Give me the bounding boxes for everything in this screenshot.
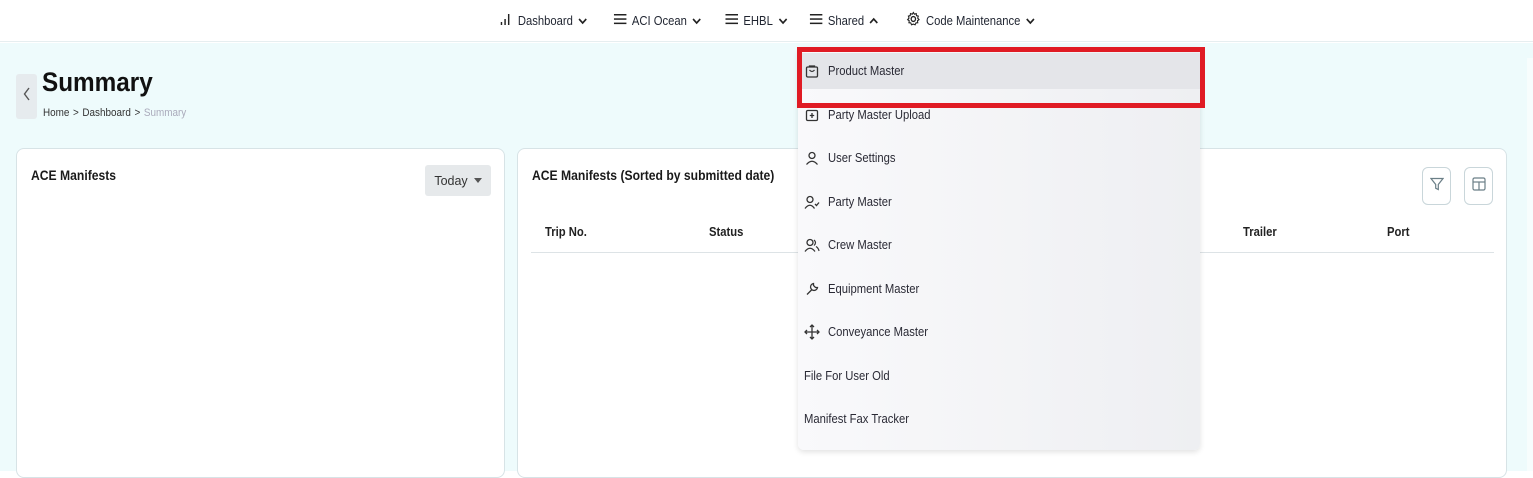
breadcrumb-separator: > bbox=[73, 107, 79, 119]
menu-item-party-master-upload[interactable]: Party Master Upload bbox=[798, 97, 1200, 133]
menu-item-label: Product Master bbox=[828, 64, 905, 78]
nav-dashboard-label: Dashboard bbox=[518, 13, 574, 28]
upload-box-icon bbox=[804, 107, 820, 123]
menu-icon bbox=[810, 13, 823, 28]
shared-dropdown-menu: Product Master Party Master Upload User … bbox=[798, 48, 1200, 450]
chevron-down-icon bbox=[778, 14, 787, 28]
date-filter-label: Today bbox=[434, 173, 468, 188]
nav-code-maintenance-label: Code Maintenance bbox=[925, 13, 1021, 28]
layout-button[interactable] bbox=[1464, 167, 1493, 205]
chevron-down-icon bbox=[579, 14, 588, 28]
scrollbar[interactable] bbox=[1527, 58, 1533, 471]
menu-item-file-for-user-old[interactable]: File For User Old bbox=[798, 358, 1200, 394]
menu-item-product-master[interactable]: Product Master bbox=[798, 53, 1200, 89]
menu-item-crew-master[interactable]: Crew Master bbox=[798, 227, 1200, 263]
user-icon bbox=[804, 150, 820, 166]
nav-aci-ocean-label: ACI Ocean bbox=[631, 13, 687, 28]
menu-item-label: File For User Old bbox=[804, 369, 890, 383]
nav-dashboard[interactable]: Dashboard bbox=[493, 0, 595, 42]
caret-down-icon bbox=[473, 178, 482, 183]
nav-shared-label: Shared bbox=[828, 13, 865, 28]
column-header-trailer[interactable]: Trailer bbox=[1243, 225, 1277, 239]
menu-item-label: User Settings bbox=[828, 151, 896, 165]
menu-icon bbox=[725, 13, 738, 28]
chevron-down-icon bbox=[1025, 14, 1035, 28]
menu-item-label: Manifest Fax Tracker bbox=[804, 412, 910, 426]
breadcrumb-separator: > bbox=[134, 107, 141, 119]
breadcrumb-current: Summary bbox=[143, 107, 187, 119]
ace-manifests-card: ACE Manifests Today bbox=[16, 148, 505, 478]
card-title: ACE Manifests bbox=[31, 168, 117, 183]
menu-item-manifest-fax-tracker[interactable]: Manifest Fax Tracker bbox=[798, 401, 1200, 437]
nav-aci-ocean[interactable]: ACI Ocean bbox=[606, 0, 708, 42]
menu-icon bbox=[613, 13, 627, 28]
filter-button[interactable] bbox=[1422, 167, 1451, 205]
chevron-left-icon bbox=[23, 87, 31, 106]
menu-item-label: Party Master bbox=[828, 195, 892, 209]
menu-item-label: Equipment Master bbox=[828, 282, 920, 296]
collapse-button[interactable] bbox=[16, 74, 37, 119]
menu-item-label: Crew Master bbox=[828, 238, 892, 252]
menu-item-user-settings[interactable]: User Settings bbox=[798, 140, 1200, 176]
bar-chart-icon bbox=[500, 12, 513, 29]
breadcrumb: Home > Dashboard > Summary bbox=[43, 107, 186, 119]
move-arrows-icon bbox=[804, 324, 820, 340]
menu-item-label: Party Master Upload bbox=[828, 108, 931, 122]
column-header-status[interactable]: Status bbox=[709, 225, 743, 239]
menu-item-party-master[interactable]: Party Master bbox=[798, 184, 1200, 220]
bag-icon bbox=[804, 63, 820, 79]
chevron-up-icon bbox=[870, 14, 879, 28]
page-title: Summary bbox=[42, 67, 153, 97]
nav-ehbl[interactable]: EHBL bbox=[718, 0, 794, 42]
filter-icon bbox=[1429, 177, 1444, 196]
card-title: ACE Manifests (Sorted by submitted date) bbox=[532, 168, 775, 183]
gear-icon bbox=[906, 11, 920, 30]
users-icon bbox=[804, 237, 820, 253]
breadcrumb-dashboard[interactable]: Dashboard bbox=[82, 107, 130, 119]
nav-ehbl-label: EHBL bbox=[743, 13, 773, 28]
menu-item-conveyance-master[interactable]: Conveyance Master bbox=[798, 314, 1200, 350]
nav-shared[interactable]: Shared bbox=[803, 0, 886, 42]
wrench-icon bbox=[804, 281, 820, 297]
breadcrumb-home[interactable]: Home bbox=[43, 107, 69, 119]
column-header-port[interactable]: Port bbox=[1387, 225, 1410, 239]
chevron-down-icon bbox=[692, 14, 701, 28]
column-header-trip-no[interactable]: Trip No. bbox=[545, 225, 587, 239]
top-navigation: Dashboard ACI Ocean EHBL Shared Code Mai… bbox=[0, 0, 1533, 42]
layout-icon bbox=[1471, 176, 1486, 196]
menu-item-label: Conveyance Master bbox=[828, 325, 929, 339]
nav-code-maintenance[interactable]: Code Maintenance bbox=[899, 0, 1042, 42]
date-filter-dropdown[interactable]: Today bbox=[425, 165, 491, 196]
user-check-icon bbox=[804, 194, 820, 210]
menu-item-equipment-master[interactable]: Equipment Master bbox=[798, 271, 1200, 307]
